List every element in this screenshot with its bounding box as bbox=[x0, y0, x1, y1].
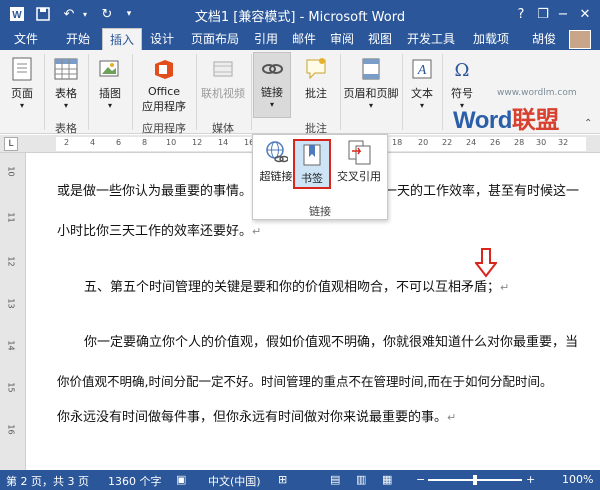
doc-line-1a: 或是做一些你认为最重要的事情。这 bbox=[57, 184, 266, 199]
text-box-icon: A bbox=[412, 59, 432, 79]
group-label-apps: 应用程序 bbox=[142, 122, 186, 135]
word-count[interactable]: 1360 个字 bbox=[108, 473, 162, 489]
link-icon bbox=[262, 64, 283, 74]
ribbon-display-options-button[interactable]: ❐ bbox=[532, 3, 554, 25]
pages-button[interactable]: 页面 ▾ bbox=[4, 56, 40, 110]
tab-file[interactable]: 文件 bbox=[0, 28, 52, 50]
user-name[interactable]: 胡俊 bbox=[524, 28, 564, 50]
tab-design[interactable]: 设计 bbox=[146, 28, 178, 50]
chevron-down-icon: ▾ bbox=[107, 101, 112, 110]
doc-line-1b: 一天的工作效率，甚至有时候这一 bbox=[384, 184, 580, 199]
omega-icon: Ω bbox=[455, 60, 470, 81]
tab-home[interactable]: 开始 bbox=[60, 28, 96, 50]
zoom-slider-thumb[interactable] bbox=[473, 475, 477, 485]
read-mode-icon[interactable]: ▤ bbox=[330, 473, 340, 486]
divider bbox=[402, 54, 403, 130]
hyperlink-button[interactable]: 超链接 bbox=[257, 139, 295, 184]
web-layout-icon[interactable]: ▦ bbox=[382, 473, 392, 486]
red-down-arrow-icon bbox=[475, 248, 497, 278]
tab-mailings[interactable]: 邮件 bbox=[288, 28, 320, 50]
watermark-logo: www.wordlm.com Word联盟 bbox=[453, 88, 577, 134]
group-label-table: 表格 bbox=[55, 122, 77, 135]
divider bbox=[88, 54, 89, 130]
comment-button[interactable]: 批注 bbox=[296, 56, 336, 101]
zoom-in-button[interactable]: + bbox=[526, 473, 535, 486]
chevron-down-icon: ▾ bbox=[63, 101, 68, 110]
tab-review[interactable]: 审阅 bbox=[326, 28, 358, 50]
office-apps-button[interactable]: Office 应用程序 bbox=[136, 56, 192, 114]
ribbon-tabs: 文件 开始 插入 设计 页面布局 引用 邮件 审阅 视图 开发工具 加载项 胡俊 bbox=[0, 28, 600, 50]
divider bbox=[442, 54, 443, 130]
chevron-down-icon: ▾ bbox=[19, 101, 24, 110]
tab-selector[interactable]: L bbox=[4, 137, 18, 151]
group-label-links: 链接 bbox=[309, 205, 331, 218]
group-label-media: 媒体 bbox=[212, 122, 234, 135]
illustrations-button[interactable]: 插图 ▾ bbox=[92, 56, 128, 110]
svg-text:A: A bbox=[417, 63, 427, 78]
status-bar: 第 2 页，共 3 页 1360 个字 ▣ 中文(中国) ⊞ ▤ ▥ ▦ − +… bbox=[0, 470, 600, 490]
doc-line-2: 小时比你三天工作的效率还要好。↵ bbox=[57, 224, 262, 239]
bookmark-icon bbox=[303, 144, 321, 166]
divider bbox=[132, 54, 133, 130]
chevron-down-icon: ▾ bbox=[419, 101, 424, 110]
doc-line-5: 你永远没有时间做每件事，但你永远有时间做对你来说最重要的事。↵ bbox=[57, 410, 457, 425]
tab-add-ins[interactable]: 加载项 bbox=[468, 28, 514, 50]
cross-reference-icon bbox=[348, 140, 371, 165]
divider bbox=[196, 54, 197, 130]
chevron-down-icon: ▾ bbox=[269, 100, 274, 109]
doc-line-4: 你价值观不明确,时间分配一定不好。时间管理的重点不在管理时间,而在于如何分配时间… bbox=[57, 374, 553, 389]
header-footer-button[interactable]: 页眉和页脚 ▾ bbox=[342, 56, 400, 110]
links-dropdown: 超链接 书签 交叉引用 链接 bbox=[252, 134, 388, 220]
cross-reference-button[interactable]: 交叉引用 bbox=[333, 139, 385, 184]
language[interactable]: 中文(中国) bbox=[208, 473, 261, 489]
chevron-down-icon: ▾ bbox=[368, 101, 373, 110]
divider bbox=[44, 54, 45, 130]
office-store-icon bbox=[155, 60, 173, 79]
online-video-button[interactable]: 联机视频 bbox=[198, 56, 248, 101]
zoom-out-button[interactable]: − bbox=[416, 473, 425, 486]
video-icon bbox=[213, 61, 233, 77]
table-button[interactable]: 表格 ▾ bbox=[48, 56, 84, 110]
vertical-ruler[interactable]: 10 11 12 13 14 15 16 bbox=[0, 153, 26, 470]
text-button[interactable]: A 文本 ▾ bbox=[404, 56, 440, 110]
tab-developer[interactable]: 开发工具 bbox=[402, 28, 460, 50]
minimize-button[interactable]: − bbox=[552, 3, 574, 25]
close-button[interactable]: ✕ bbox=[574, 3, 596, 25]
links-button[interactable]: 链接 ▾ bbox=[253, 52, 291, 118]
title-bar: W ↶ ▾ ↻ ▾ 文档1 [兼容模式] - Microsoft Word ? … bbox=[0, 0, 600, 28]
table-icon bbox=[54, 58, 78, 80]
doc-paragraph-value: 你一定要确立你个人的价值观，假如价值观不明确，你就很难知道什么对你最重要，当 bbox=[84, 335, 579, 350]
tab-page-layout[interactable]: 页面布局 bbox=[186, 28, 244, 50]
header-footer-icon bbox=[362, 58, 380, 80]
doc-paragraph-5: 五、第五个时间管理的关键是要和你的价值观相吻合，不可以互相矛盾；↵ bbox=[84, 280, 510, 295]
svg-text:Ω: Ω bbox=[455, 60, 470, 81]
comment-icon bbox=[306, 58, 326, 80]
collapse-ribbon-icon[interactable]: ⌃ bbox=[584, 118, 592, 129]
globe-link-icon bbox=[266, 141, 289, 163]
help-button[interactable]: ? bbox=[510, 3, 532, 25]
pages-icon bbox=[12, 57, 32, 81]
divider bbox=[251, 54, 252, 130]
print-layout-icon[interactable]: ▥ bbox=[356, 473, 366, 486]
proofing-icon[interactable]: ▣ bbox=[176, 473, 186, 486]
tab-insert[interactable]: 插入 bbox=[102, 28, 142, 50]
bookmark-button[interactable]: 书签 bbox=[293, 139, 331, 189]
avatar[interactable] bbox=[569, 30, 591, 49]
macro-icon[interactable]: ⊞ bbox=[278, 473, 287, 486]
page-count[interactable]: 第 2 页，共 3 页 bbox=[6, 473, 89, 489]
tab-view[interactable]: 视图 bbox=[364, 28, 396, 50]
zoom-level[interactable]: 100% bbox=[562, 473, 593, 486]
picture-icon bbox=[99, 60, 119, 77]
divider bbox=[340, 54, 341, 130]
tab-references[interactable]: 引用 bbox=[250, 28, 282, 50]
